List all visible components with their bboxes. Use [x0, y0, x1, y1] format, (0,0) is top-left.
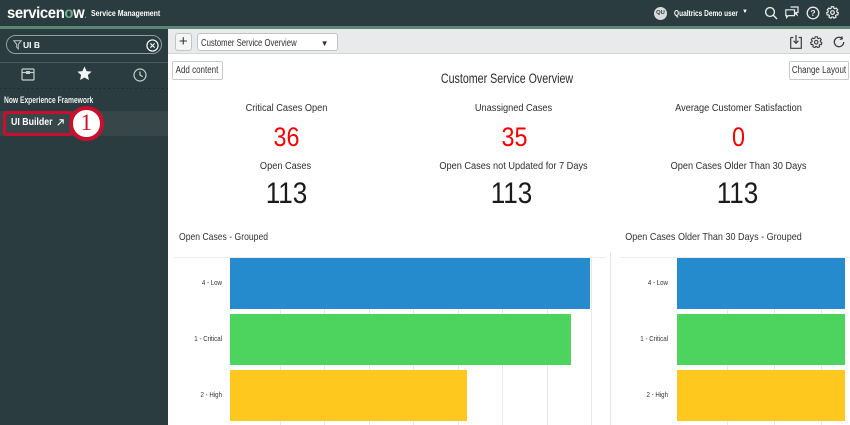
svg-text:?: ?: [810, 8, 815, 18]
